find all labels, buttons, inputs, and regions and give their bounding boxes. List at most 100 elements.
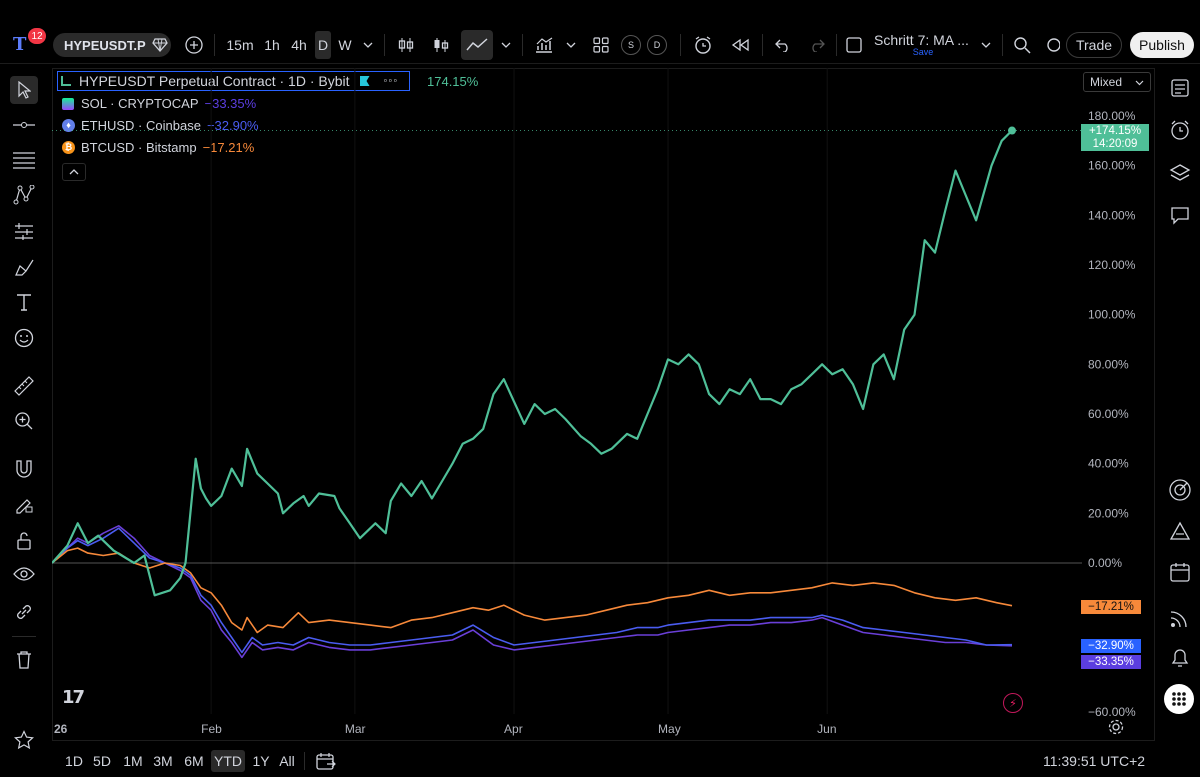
triangle-chart-icon[interactable] <box>1166 517 1194 545</box>
line-chart-icon[interactable] <box>461 30 493 60</box>
replay-icon[interactable] <box>728 30 752 60</box>
quick-search-icon[interactable] <box>1010 30 1034 60</box>
indicators-icon[interactable] <box>532 30 556 60</box>
range-5d[interactable]: 5D <box>90 750 114 772</box>
star-icon[interactable] <box>10 726 38 754</box>
save-status: Save <box>912 47 934 57</box>
comparison-line-chart[interactable]: 180.00% 160.00% 140.00% 120.00% 100.00% 80.00… <box>52 68 1156 742</box>
chevron-down-icon[interactable] <box>563 30 579 60</box>
x-tick-label: 26 <box>54 722 68 736</box>
interval-d-active[interactable]: D <box>315 31 331 59</box>
add-symbol-icon[interactable] <box>182 30 206 60</box>
hype-countdown-label: 14:20:09 <box>1081 137 1149 151</box>
bell-icon[interactable] <box>1166 644 1194 672</box>
layout-name[interactable]: Schritt 7: MA ... Save <box>874 32 972 60</box>
indicator-d-button[interactable]: D <box>647 35 667 55</box>
undo-icon[interactable] <box>772 30 794 60</box>
indicator-d-label: D <box>653 40 661 50</box>
y-tick-label: 160.00% <box>1088 159 1136 173</box>
diamond-icon[interactable] <box>150 30 170 60</box>
zoom-in-icon[interactable] <box>10 407 38 435</box>
lock-draw-icon[interactable] <box>10 491 38 519</box>
layout-square-icon[interactable] <box>843 30 865 60</box>
interval-w[interactable]: W <box>336 30 354 60</box>
publish-button[interactable]: Publish <box>1130 32 1194 58</box>
sol-series-line <box>52 525 1013 659</box>
trash-icon[interactable] <box>10 646 38 674</box>
pattern-icon[interactable] <box>10 181 38 209</box>
cursor-icon[interactable] <box>10 76 38 104</box>
emoji-icon[interactable] <box>10 324 38 352</box>
range-6m[interactable]: 6M <box>181 750 207 772</box>
y-tick-label: 100.00% <box>1088 308 1136 322</box>
hollow-candles-icon[interactable] <box>429 30 453 60</box>
range-1d[interactable]: 1D <box>62 750 86 772</box>
chevron-down-icon[interactable] <box>360 30 376 60</box>
hype-series-line <box>52 129 1013 597</box>
divider <box>214 34 215 56</box>
divider <box>12 636 36 637</box>
range-1m[interactable]: 1M <box>120 750 146 772</box>
range-3m[interactable]: 3M <box>150 750 176 772</box>
top-toolbar: T 12 HYPEUSDT.P 15m 1h 4h D W S D Schrit… <box>0 0 1200 64</box>
magnet-icon[interactable] <box>10 455 38 483</box>
layers-icon[interactable] <box>1166 159 1194 187</box>
ruler-icon[interactable] <box>10 372 38 400</box>
y-tick-label: 140.00% <box>1088 208 1136 222</box>
interval-15m[interactable]: 15m <box>224 30 256 60</box>
settings-gear-icon[interactable] <box>1042 30 1060 60</box>
drawing-toolbar <box>0 66 48 777</box>
eth-last-value: −32.90% <box>1088 640 1134 652</box>
calendar-icon[interactable] <box>1166 558 1194 586</box>
y-tick-label: 60.00% <box>1088 407 1129 421</box>
brush-icon[interactable] <box>10 254 38 282</box>
y-tick-label: 80.00% <box>1088 357 1129 371</box>
symbol-label: HYPEUSDT.P <box>64 37 146 53</box>
divider <box>304 752 305 770</box>
divider <box>680 34 681 56</box>
eye-icon[interactable] <box>10 560 38 588</box>
text-tool-icon[interactable] <box>10 288 38 316</box>
go-to-date-icon[interactable] <box>314 750 338 772</box>
bottom-toolbar: 1D 5D 1M 3M 6M YTD 1Y All 11:39:51 UTC+2 <box>52 742 1158 777</box>
btc-last-price-label: −17.21% <box>1081 600 1141 614</box>
fib-lines-icon[interactable] <box>10 146 38 174</box>
chevron-down-icon[interactable] <box>978 30 994 60</box>
chart-settings-gear-icon[interactable] <box>1108 719 1126 737</box>
alert-add-icon[interactable] <box>690 30 716 60</box>
divider <box>384 34 385 56</box>
chevron-down-icon[interactable] <box>498 30 514 60</box>
redo-icon[interactable] <box>806 30 828 60</box>
target-icon[interactable] <box>1166 476 1194 504</box>
candles-icon[interactable] <box>394 30 418 60</box>
lock-icon[interactable] <box>10 527 38 555</box>
indicator-s-label: S <box>627 40 634 50</box>
divider <box>836 34 837 56</box>
more-dots-icon[interactable] <box>1164 684 1194 714</box>
chat-icon[interactable] <box>1166 202 1194 230</box>
eth-last-price-label: −32.90% <box>1081 639 1141 653</box>
hype-last-price-label: +174.15% <box>1081 124 1149 138</box>
range-all[interactable]: All <box>276 750 298 772</box>
alarm-clock-icon[interactable] <box>1166 116 1194 144</box>
interval-1h[interactable]: 1h <box>261 30 283 60</box>
notification-badge[interactable]: 12 <box>28 28 46 44</box>
divider <box>522 34 523 56</box>
templates-grid-icon[interactable] <box>589 30 613 60</box>
hype-last-value: +174.15% <box>1088 125 1142 137</box>
broadcast-icon[interactable] <box>1166 604 1194 632</box>
x-tick-label: Mar <box>345 722 366 736</box>
range-1y[interactable]: 1Y <box>249 750 273 772</box>
trade-button[interactable]: Trade <box>1066 32 1122 58</box>
y-tick-label: 20.00% <box>1088 506 1129 520</box>
clock-readout[interactable]: 11:39:51 UTC+2 <box>1038 750 1150 772</box>
x-tick-label: May <box>658 722 681 736</box>
range-ytd[interactable]: YTD <box>211 750 245 772</box>
watchlist-icon[interactable] <box>1166 74 1194 102</box>
interval-4h[interactable]: 4h <box>288 30 310 60</box>
indicator-s-button[interactable]: S <box>621 35 641 55</box>
lightning-icon[interactable]: ⚡ <box>1003 693 1023 713</box>
horizontal-line-icon[interactable] <box>10 111 38 139</box>
link-icon[interactable] <box>10 598 38 626</box>
long-short-icon[interactable] <box>10 217 38 245</box>
